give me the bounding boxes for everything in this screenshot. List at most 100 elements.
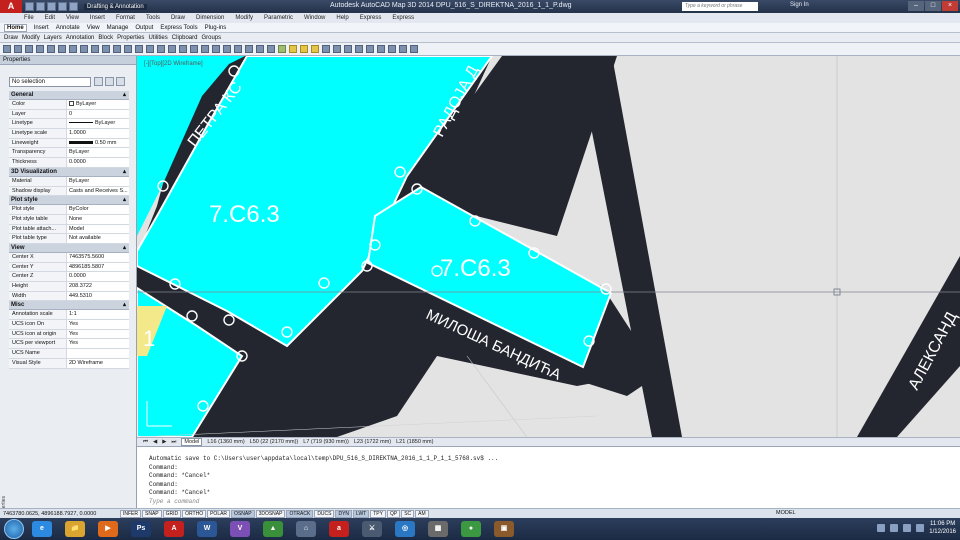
menu-dimension[interactable]: Dimension (196, 15, 224, 21)
tray-flag-icon[interactable] (903, 524, 912, 532)
toggle-sc[interactable]: SC (401, 509, 415, 518)
panel-layers[interactable]: Layers (44, 35, 62, 41)
autocad-logo-icon[interactable]: A (0, 0, 22, 13)
tab-annotate[interactable]: Annotate (56, 25, 80, 31)
menu-draw[interactable]: Draw (171, 15, 185, 21)
layout-nav-first-icon[interactable]: ⏮ (143, 439, 148, 446)
selection-dropdown[interactable]: No selection (9, 77, 91, 87)
drawing-viewport[interactable]: 7.C6.3 7.C6.3 ПЕТРА КС РАДОЈА Д МИЛОША Б… (137, 56, 960, 437)
copy-tool-icon[interactable] (80, 45, 88, 53)
pan-icon[interactable] (201, 45, 209, 53)
select-objects-icon[interactable] (105, 77, 114, 86)
start-button[interactable] (4, 519, 24, 539)
trim-tool-icon[interactable] (113, 45, 121, 53)
quick-select-icon[interactable] (116, 77, 125, 86)
prop-row[interactable]: Lineweight 0.50 mm (9, 138, 129, 149)
menu-edit[interactable]: Edit (45, 15, 55, 21)
undo-icon[interactable] (179, 45, 187, 53)
polyline-tool-icon[interactable] (14, 45, 22, 53)
match-layer-icon[interactable] (344, 45, 352, 53)
panel-groups[interactable]: Groups (201, 35, 221, 41)
maximize-button[interactable]: □ (925, 1, 941, 11)
panel-utilities[interactable]: Utilities (148, 35, 167, 41)
tab-layout-l23[interactable]: L23 (1722 mm) (354, 439, 391, 445)
taskbar-word-icon[interactable]: W (197, 521, 217, 537)
toggle-otrack[interactable]: OTRACK (286, 509, 314, 518)
taskbar-chrome-icon[interactable]: ● (461, 521, 481, 537)
tab-home[interactable]: Home (4, 23, 27, 32)
coordinate-readout[interactable]: 7463780.0625, 4896188.7927, 0.0000 (0, 511, 120, 517)
prop-row[interactable]: Color ByLayer (9, 100, 129, 110)
taskbar-ie-icon[interactable]: e (32, 521, 52, 537)
layer-on-icon[interactable] (289, 45, 297, 53)
menu-parametric[interactable]: Parametric (264, 15, 293, 21)
circle-tool-icon[interactable] (25, 45, 33, 53)
prop-row[interactable]: Center Z 0.0000 (9, 272, 129, 282)
toggle-lwt[interactable]: LWT (353, 509, 370, 518)
taskbar-app-icon[interactable]: ▦ (428, 521, 448, 537)
section-misc[interactable]: Misc ▴ (9, 301, 129, 311)
prop-row[interactable]: Layer 0 (9, 109, 129, 120)
toggle-grid[interactable]: GRID (162, 509, 182, 518)
offset-tool-icon[interactable] (157, 45, 165, 53)
panel-modify[interactable]: Modify (22, 35, 40, 41)
taskbar-app-icon[interactable]: ⌂ (296, 521, 316, 537)
mirror-tool-icon[interactable] (102, 45, 110, 53)
prop-row[interactable]: Transparency ByLayer (9, 148, 129, 159)
workspace-select[interactable]: Drafting & Annotation (84, 3, 147, 10)
save-icon[interactable] (47, 2, 56, 11)
layer-lock-icon[interactable] (311, 45, 319, 53)
menu-window[interactable]: Window (304, 15, 325, 21)
layout-nav-prev-icon[interactable]: ◀ (153, 439, 157, 445)
help-search-input[interactable]: Type a keyword or phrase (682, 2, 758, 11)
prop-row[interactable]: Visual Style 2D Wireframe (9, 358, 129, 369)
tab-layout-l7[interactable]: L7 (719 (930 mm)) (303, 439, 349, 445)
taskbar-app-icon[interactable]: ⚔ (362, 521, 382, 537)
toggle-pickadd-icon[interactable] (94, 77, 103, 86)
panel-properties[interactable]: Properties (117, 35, 144, 41)
tab-plug-ins[interactable]: Plug-ins (205, 25, 227, 31)
prop-row[interactable]: Shadow display Casts and Receives S... (9, 186, 129, 197)
zoom-window-icon[interactable] (223, 45, 231, 53)
tab-layout-l16[interactable]: L16 (1360 mm) (207, 439, 244, 445)
taskbar-app-icon[interactable]: ▣ (494, 521, 514, 537)
tab-layout-l50[interactable]: L50 (22 (2170 mm)) (250, 439, 299, 445)
tab-model[interactable]: Model (181, 438, 203, 446)
tool-palette-icon[interactable] (267, 45, 275, 53)
menu-express-2[interactable]: Express (392, 15, 414, 21)
command-input[interactable]: Type a command (149, 498, 960, 507)
new-icon[interactable] (25, 2, 34, 11)
menu-modify[interactable]: Modify (235, 15, 253, 21)
taskbar-viber-icon[interactable]: V (230, 521, 250, 537)
taskbar-acrobat-icon[interactable]: A (164, 521, 184, 537)
toggle-qp[interactable]: QP (386, 509, 401, 518)
prop-row[interactable]: UCS icon On Yes (9, 320, 129, 330)
menu-format[interactable]: Format (116, 15, 135, 21)
collapse-icon[interactable]: ▴ (123, 91, 126, 99)
layer-color-icon[interactable] (322, 45, 330, 53)
viewport-controls-label[interactable]: [-][Top][2D Wireframe] (144, 61, 203, 67)
model-space-indicator[interactable]: MODEL (776, 510, 796, 516)
collapse-icon[interactable]: ▴ (123, 301, 126, 309)
prop-row[interactable]: Plot table type Not available (9, 234, 129, 244)
tab-view[interactable]: View (87, 25, 100, 31)
menu-view[interactable]: View (66, 15, 79, 21)
line-tool-icon[interactable] (3, 45, 11, 53)
isolate-layer-icon[interactable] (355, 45, 363, 53)
panel-draw[interactable]: Draw (4, 35, 18, 41)
section-3d-visualization[interactable]: 3D Visualization ▴ (9, 167, 129, 177)
prop-row[interactable]: Linetype ByLayer (9, 119, 129, 130)
prop-row[interactable]: Height 208.3722 (9, 282, 129, 292)
collapse-icon[interactable]: ▴ (123, 244, 126, 252)
taskbar-app-icon[interactable]: ▲ (263, 521, 283, 537)
prop-row[interactable]: Center X 7463575.5600 (9, 252, 129, 263)
tab-manage[interactable]: Manage (107, 25, 129, 31)
toggle-snap[interactable]: SNAP (142, 509, 162, 518)
tab-insert[interactable]: Insert (34, 25, 49, 31)
taskbar-clock[interactable]: 11:06 PM 1/12/2016 (929, 520, 956, 536)
minimize-button[interactable]: – (908, 1, 924, 11)
toggle-osnap[interactable]: OSNAP (231, 509, 255, 518)
menu-tools[interactable]: Tools (146, 15, 160, 21)
prop-row[interactable]: Thickness 0.0000 (9, 158, 129, 168)
prop-row[interactable]: Width 449.5310 (9, 291, 129, 302)
